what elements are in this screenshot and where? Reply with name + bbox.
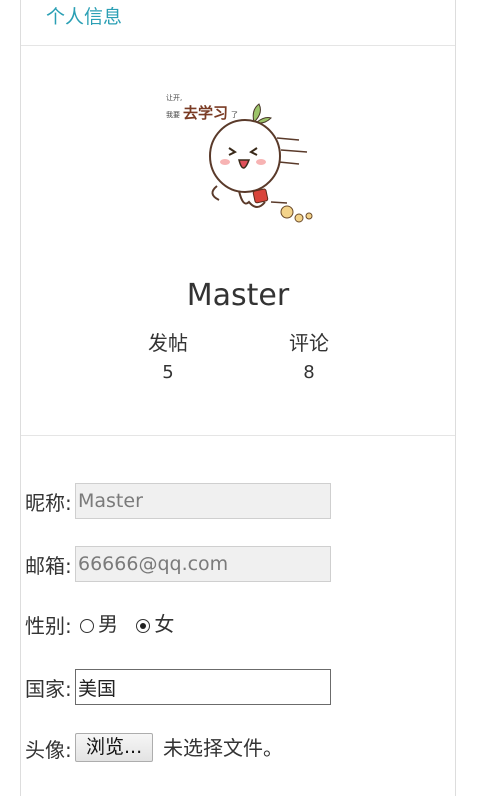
stat-comments: 评论 8 <box>269 330 349 386</box>
gender-radio-group: 男 女 <box>80 606 186 642</box>
nickname-field[interactable] <box>75 483 331 519</box>
avatar-caption-small-2: 我要 <box>166 110 180 119</box>
avatar-caption-big: 去学习 <box>183 104 228 122</box>
stat-posts-label: 发帖 <box>148 331 188 355</box>
gender-male-label: 男 <box>98 612 118 636</box>
country-label: 国家: <box>25 676 72 701</box>
file-status-text: 未选择文件。 <box>163 736 283 760</box>
cartoon-avatar-image: 让开, 我要 去学习 了 <box>166 93 313 223</box>
stat-comments-value: 8 <box>303 362 315 383</box>
avatar-upload-label: 头像: <box>25 737 72 762</box>
nickname-row: 昵称: <box>25 483 331 519</box>
nickname-label: 昵称: <box>25 490 72 515</box>
gender-female-label: 女 <box>154 612 175 636</box>
gender-option-female[interactable]: 女 <box>136 606 174 642</box>
email-label: 邮箱: <box>25 553 72 578</box>
profile-summary: 让开, 我要 去学习 了 Master 发帖 5 评论 8 <box>21 46 455 436</box>
username: Master <box>186 278 290 313</box>
email-row: 邮箱: <box>25 546 331 582</box>
panel-heading: 个人信息 <box>21 0 455 46</box>
stat-comments-label: 评论 <box>289 331 329 355</box>
stat-posts: 发帖 5 <box>128 330 208 386</box>
browse-button[interactable]: 浏览... <box>75 733 154 762</box>
gender-male-radio[interactable] <box>80 618 94 633</box>
country-row: 国家: <box>25 669 331 705</box>
avatar-upload-row: 头像: 浏览... 未选择文件。 <box>25 730 283 766</box>
gender-row: 性别: 男 女 <box>25 606 174 642</box>
email-field[interactable] <box>75 546 331 582</box>
panel-title[interactable]: 个人信息 <box>46 2 122 32</box>
gender-female-radio[interactable] <box>136 618 151 633</box>
avatar: 让开, 我要 去学习 了 <box>159 90 319 240</box>
avatar-caption-small-1: 让开, <box>166 93 182 102</box>
stat-posts-value: 5 <box>162 362 174 383</box>
gender-label: 性别: <box>25 613 72 638</box>
country-field[interactable] <box>75 669 331 705</box>
gender-option-male[interactable]: 男 <box>80 606 118 642</box>
svg-text:了: 了 <box>231 111 238 119</box>
